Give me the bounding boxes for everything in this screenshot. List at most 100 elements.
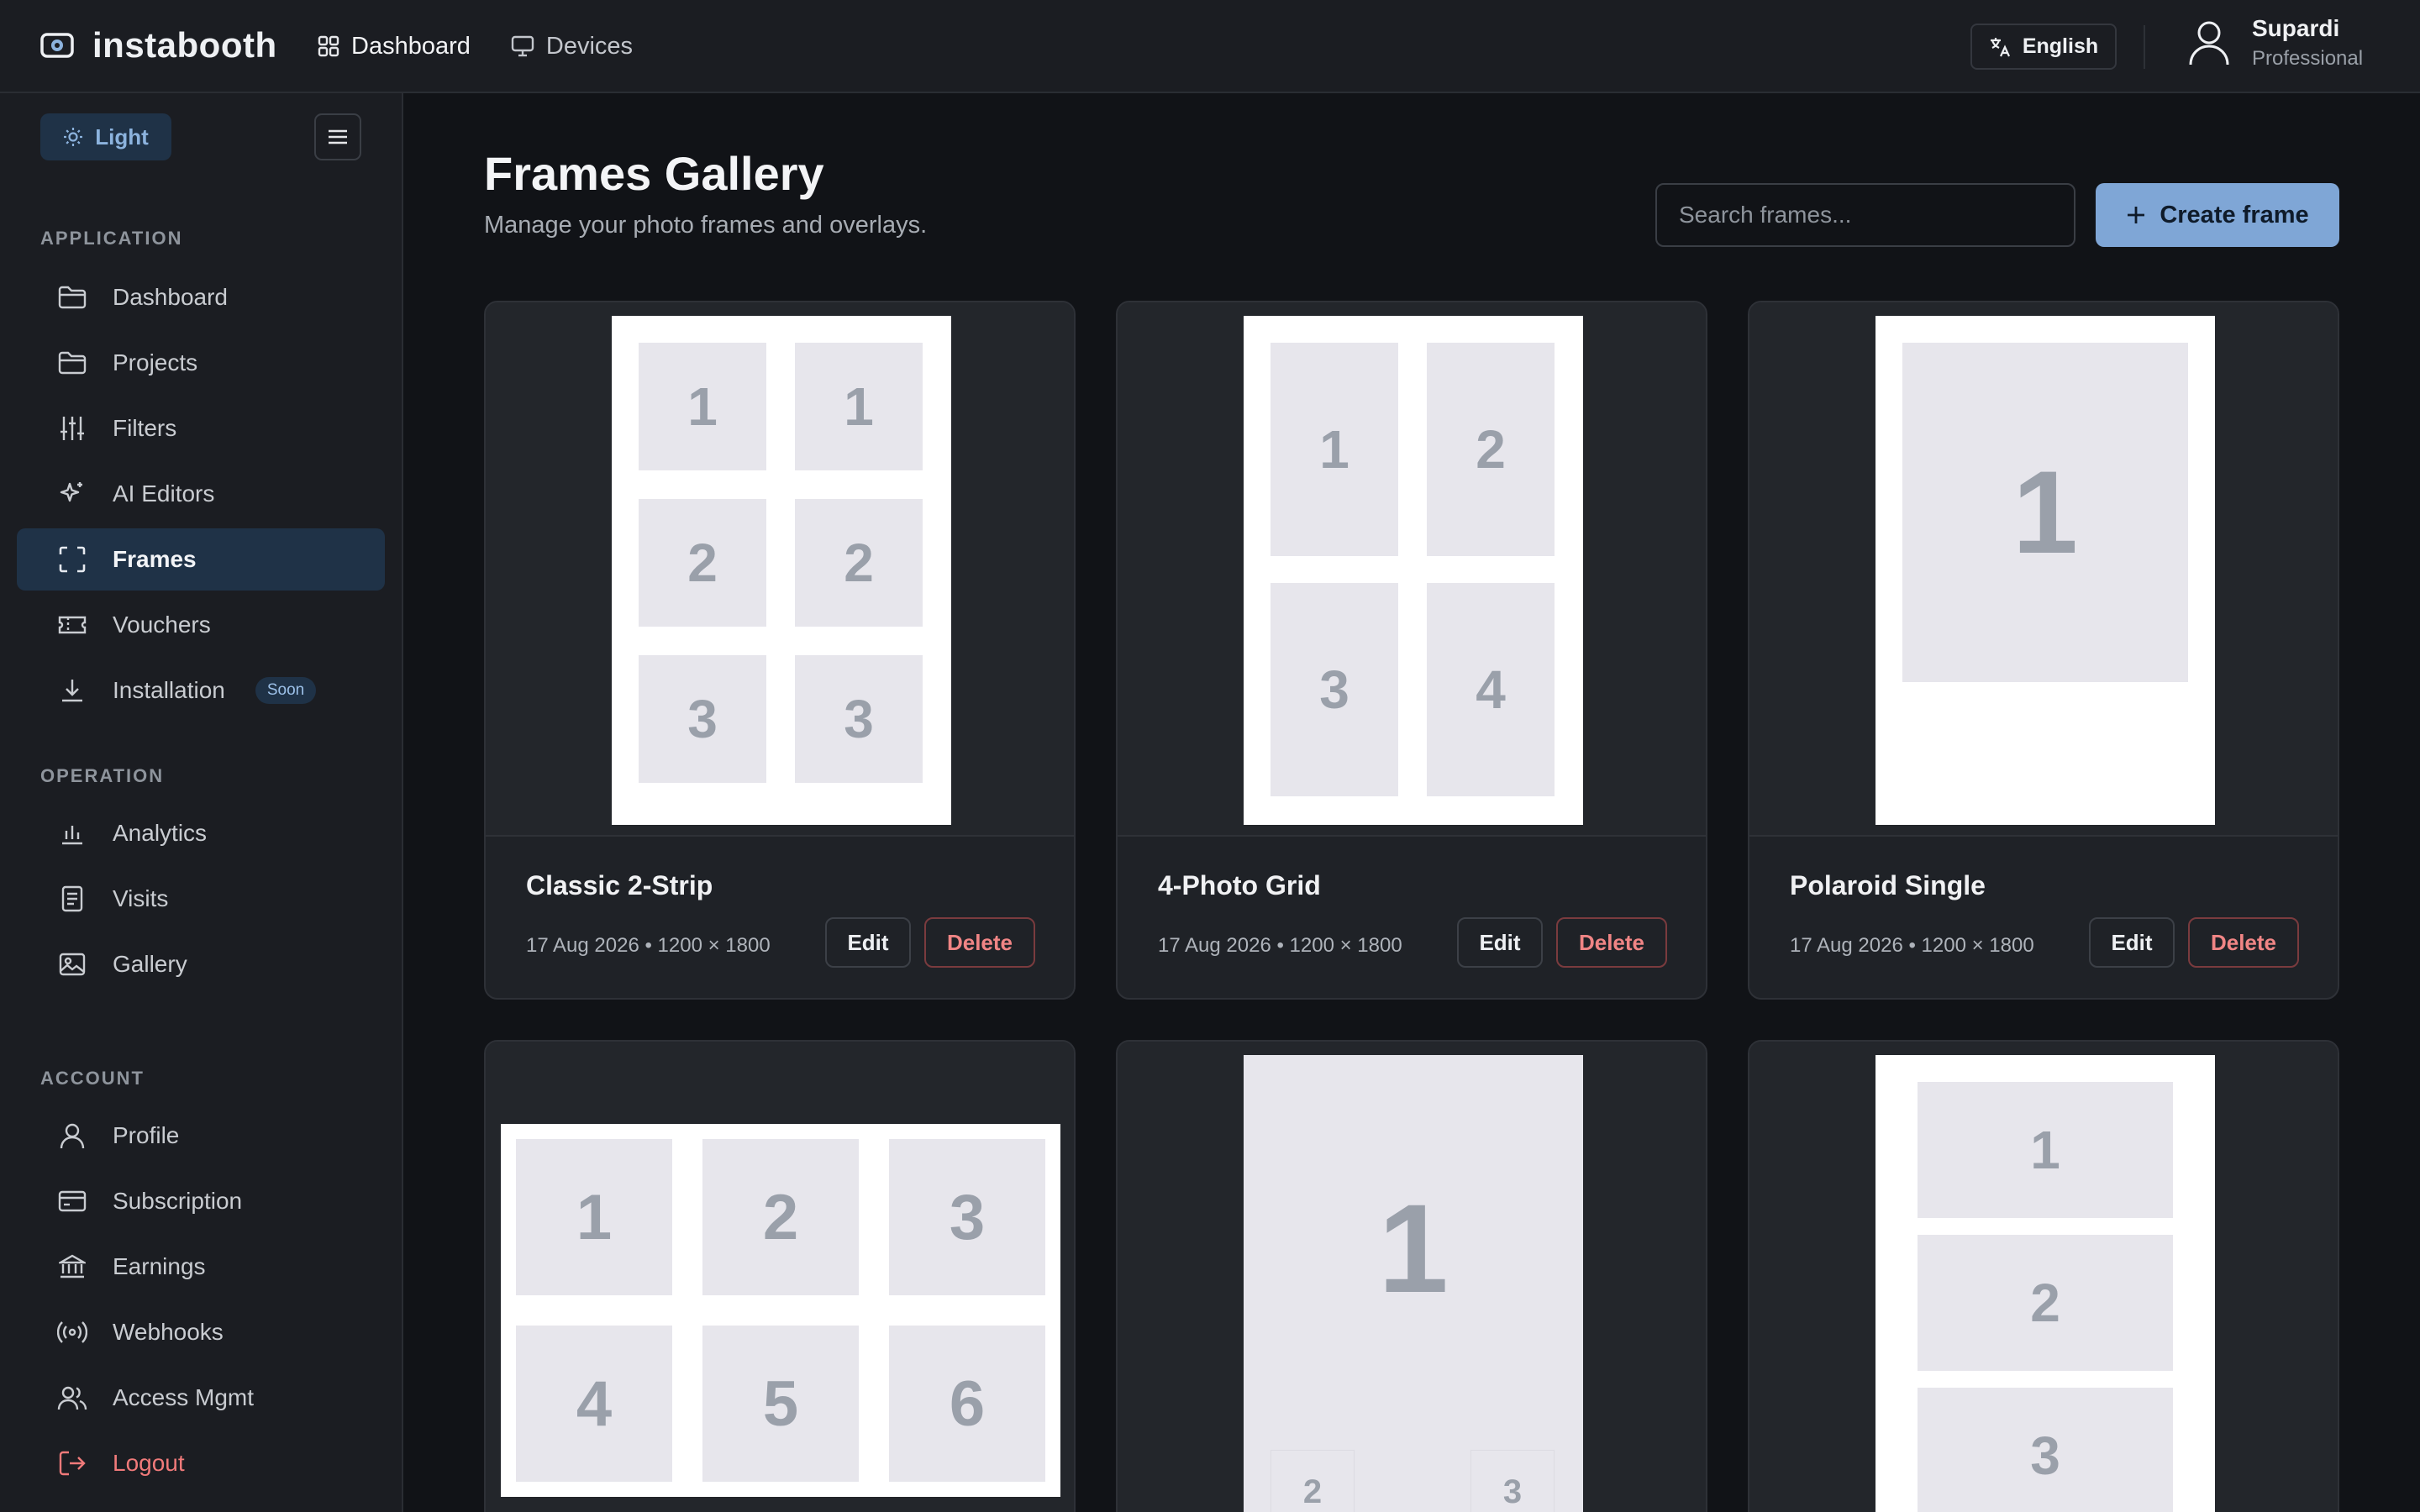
- frame-preview: 1 2 3 4: [1118, 302, 1706, 837]
- sidebar-item-gallery[interactable]: Gallery: [17, 933, 385, 995]
- sidebar-item-label: Profile: [113, 1122, 180, 1148]
- sidebar-item-label: Gallery: [113, 951, 187, 977]
- sidebar-item-label: Visits: [113, 885, 169, 911]
- sidebar-item-filters[interactable]: Filters: [17, 397, 385, 459]
- photo-slot: 1: [1270, 343, 1398, 556]
- edit-button[interactable]: Edit: [1457, 917, 1543, 968]
- document-icon: [57, 884, 87, 914]
- frame-icon: [57, 544, 87, 575]
- sidebar-item-label: Filters: [113, 415, 177, 441]
- frame-title: 4-Photo Grid: [1158, 870, 1321, 900]
- photo-slot: 2: [1427, 343, 1555, 556]
- frame-sheet: 1 2 3 4: [1244, 316, 1583, 825]
- frame-preview: 1 1 2 2 3 3: [486, 302, 1074, 837]
- photo-slot: 3: [1270, 583, 1398, 796]
- photo-slot: 1: [1902, 343, 2188, 682]
- section-label-account: ACCOUNT: [40, 1068, 145, 1089]
- frame-meta: 17 Aug 2026 • 1200 × 1800: [1790, 934, 2034, 957]
- theme-label: Light: [95, 123, 149, 150]
- frame-sheet: 1 2 3: [1876, 1055, 2215, 1512]
- sidebar-item-logout[interactable]: Logout: [17, 1432, 385, 1494]
- topnav-dashboard-label: Dashboard: [351, 32, 471, 60]
- sidebar-item-analytics[interactable]: Analytics: [17, 802, 385, 864]
- top-nav: Dashboard Devices: [318, 25, 633, 67]
- photo-slot: 6: [889, 1326, 1045, 1482]
- section-label-operation: OPERATION: [40, 765, 165, 786]
- language-label: English: [2022, 34, 2099, 58]
- bank-icon: [57, 1252, 87, 1282]
- sidebar-item-webhooks[interactable]: Webhooks: [17, 1301, 385, 1363]
- sidebar-item-frames[interactable]: Frames: [17, 528, 385, 591]
- photo-slot: 1: [795, 343, 923, 470]
- frame-title: Polaroid Single: [1790, 870, 1986, 900]
- sidebar-item-access-mgmt[interactable]: Access Mgmt: [17, 1367, 385, 1429]
- sidebar-item-dashboard[interactable]: Dashboard: [17, 266, 385, 328]
- photo-slot: 3: [1918, 1388, 2173, 1512]
- frame-card[interactable]: 1 2 3 4 5 6: [484, 1040, 1076, 1512]
- sidebar-item-profile[interactable]: Profile: [17, 1105, 385, 1167]
- sidebar-item-label: Access Mgmt: [113, 1384, 255, 1410]
- grid-icon: [318, 35, 339, 57]
- delete-button[interactable]: Delete: [924, 917, 1035, 968]
- frame-title: Classic 2-Strip: [526, 870, 713, 900]
- sidebar-item-visits[interactable]: Visits: [17, 868, 385, 930]
- user-name: Supardi: [2252, 15, 2340, 41]
- plus-icon: [2126, 205, 2146, 225]
- sparkle-icon: [57, 479, 87, 509]
- edit-button[interactable]: Edit: [2089, 917, 2175, 968]
- monitor-icon: [511, 35, 534, 57]
- folder-icon: [57, 282, 87, 312]
- edit-button[interactable]: Edit: [825, 917, 911, 968]
- sidebar-item-vouchers[interactable]: Vouchers: [17, 594, 385, 656]
- top-bar: instabooth Dashboard Devices English Sup…: [0, 0, 2420, 93]
- search-input[interactable]: [1655, 183, 2075, 247]
- user-avatar-icon: [2188, 19, 2230, 66]
- frame-card[interactable]: 1 Polaroid Single 17 Aug 2026 • 1200 × 1…: [1748, 301, 2339, 1000]
- sidebar-item-earnings[interactable]: Earnings: [17, 1236, 385, 1298]
- section-label-application: APPLICATION: [40, 228, 183, 249]
- sidebar-item-label: Vouchers: [113, 612, 211, 638]
- photo-slot: 3: [1470, 1450, 1555, 1512]
- sidebar-item-label: Projects: [113, 349, 198, 375]
- topnav-devices[interactable]: Devices: [511, 33, 633, 60]
- user-icon: [57, 1121, 87, 1151]
- topbar-divider: [2144, 25, 2145, 69]
- photo-slot: 2: [1270, 1450, 1355, 1512]
- frame-meta: 17 Aug 2026 • 1200 × 1800: [1158, 934, 1402, 957]
- translate-icon: [1989, 36, 2011, 58]
- language-button[interactable]: English: [1970, 24, 2117, 70]
- user-info: Supardi Professional: [2252, 15, 2363, 71]
- sidebar-collapse-button[interactable]: [314, 113, 361, 160]
- sliders-icon: [57, 413, 87, 444]
- page-title: Frames Gallery: [484, 147, 824, 200]
- delete-button[interactable]: Delete: [2188, 917, 2299, 968]
- sidebar-item-ai-editors[interactable]: AI Editors: [17, 463, 385, 525]
- sidebar-item-label: Analytics: [113, 820, 208, 846]
- photo-slot: 2: [702, 1139, 859, 1295]
- frame-sheet: 1: [1876, 316, 2215, 825]
- sidebar-item-label: Installation: [113, 677, 225, 703]
- topnav-dashboard[interactable]: Dashboard: [318, 33, 471, 60]
- frame-sheet: 1 2 3: [1244, 1055, 1583, 1512]
- brand[interactable]: instabooth: [40, 24, 277, 67]
- sidebar-item-projects[interactable]: Projects: [17, 332, 385, 394]
- create-frame-label: Create frame: [2160, 201, 2309, 228]
- frame-card[interactable]: 1 2 3: [1748, 1040, 2339, 1512]
- credit-card-icon: [57, 1186, 87, 1216]
- sun-icon: [63, 127, 83, 147]
- frame-preview: 1 2 3: [1118, 1042, 1706, 1512]
- delete-button[interactable]: Delete: [1556, 917, 1667, 968]
- frame-card[interactable]: 1 2 3 4 4-Photo Grid 17 Aug 2026 • 1200 …: [1116, 301, 1707, 1000]
- user-menu[interactable]: Supardi Professional: [2188, 15, 2363, 71]
- photo-slot: 2: [1918, 1235, 2173, 1371]
- frame-preview: 1 2 3 4 5 6: [486, 1042, 1074, 1512]
- photo-slot: 5: [702, 1326, 859, 1482]
- sidebar-item-installation[interactable]: Installation Soon: [17, 659, 385, 722]
- create-frame-button[interactable]: Create frame: [2096, 183, 2339, 247]
- sidebar-item-subscription[interactable]: Subscription: [17, 1170, 385, 1232]
- frame-card[interactable]: 1 2 3: [1116, 1040, 1707, 1512]
- frame-card[interactable]: 1 1 2 2 3 3 Classic 2-Strip 17 Aug 2026 …: [484, 301, 1076, 1000]
- menu-icon: [327, 128, 349, 146]
- frame-meta: 17 Aug 2026 • 1200 × 1800: [526, 934, 771, 957]
- theme-toggle-button[interactable]: Light: [40, 113, 171, 160]
